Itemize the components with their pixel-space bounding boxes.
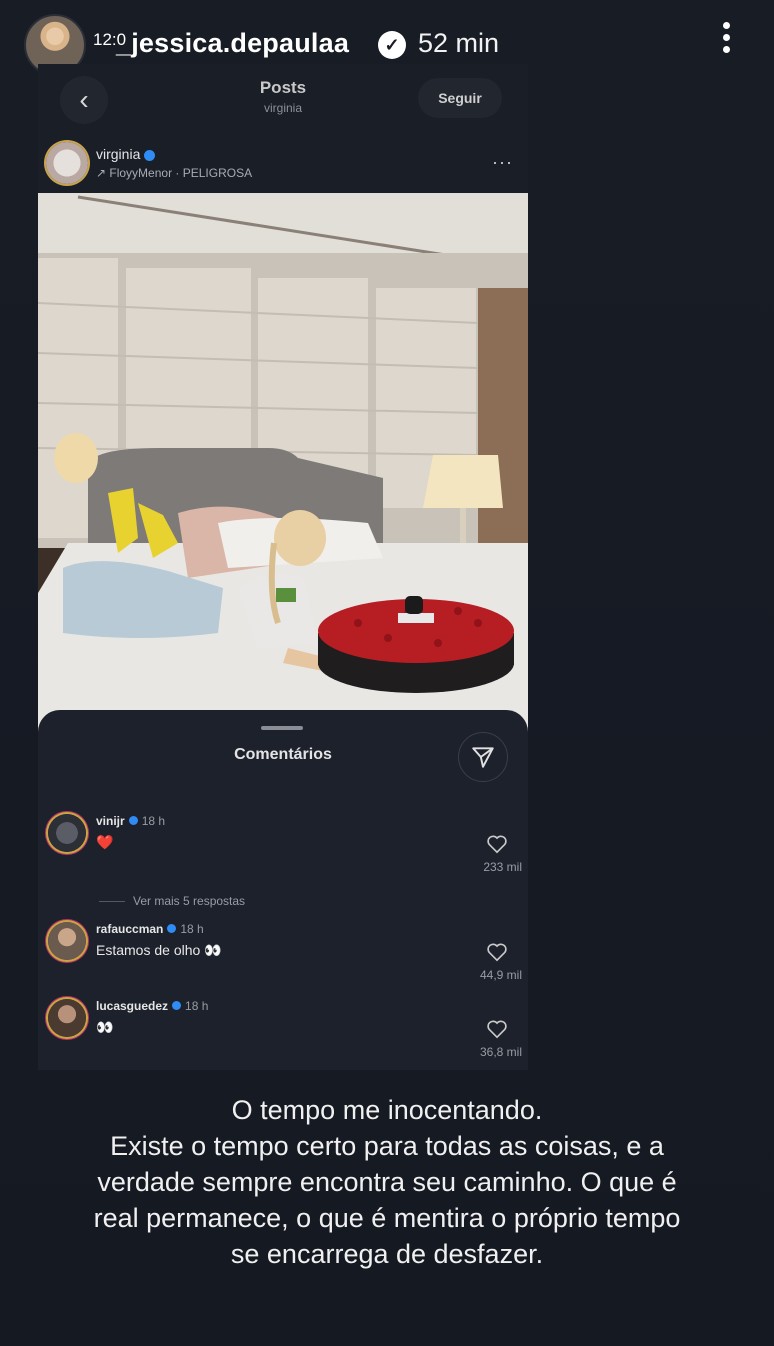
comment-like-count: 233 mil	[483, 860, 522, 874]
post-options-button[interactable]: ···	[492, 152, 513, 173]
verified-badge-icon	[144, 149, 156, 161]
comment-like-count: 44,9 mil	[479, 968, 522, 982]
post-photo[interactable]	[38, 193, 528, 738]
share-button[interactable]	[458, 732, 508, 782]
comment-time: 18 h	[185, 999, 209, 1013]
comments-sheet: Comentários vinijr 18 h ❤️ 233 mil Ver ma…	[38, 710, 528, 1070]
story-timestamp: 52 min	[418, 28, 500, 58]
post-header: virginia ↗ FloyyMenor · PELIGROSA ···	[38, 142, 528, 192]
verified-badge-icon: ✓	[378, 31, 406, 59]
caption-line: Existe o tempo certo para todas as coisa…	[110, 1131, 664, 1161]
verified-badge-icon	[172, 1001, 182, 1010]
commenter-username[interactable]: lucasguedez	[96, 999, 168, 1013]
view-more-replies[interactable]: Ver mais 5 respostas	[98, 894, 245, 908]
commenter-username[interactable]: rafauccman	[96, 922, 163, 936]
caption-line: verdade sempre encontra seu caminho. O q…	[97, 1167, 677, 1197]
more-vertical-icon[interactable]	[716, 22, 736, 62]
sheet-drag-handle[interactable]	[261, 726, 303, 730]
bedroom-photo-illustration	[38, 193, 528, 738]
comment-text: Estamos de olho 👀	[96, 942, 222, 958]
comment-like-count: 36,8 mil	[479, 1045, 522, 1059]
comment-text: 👀	[96, 1019, 114, 1035]
comment-time: 18 h	[141, 814, 166, 828]
paper-plane-icon	[472, 747, 494, 768]
heart-icon[interactable]	[486, 942, 508, 962]
verified-badge-icon	[128, 816, 138, 825]
follow-button[interactable]: Seguir	[418, 78, 502, 118]
heart-icon[interactable]	[486, 834, 508, 854]
commenter-avatar[interactable]	[48, 814, 86, 852]
embedded-post-screenshot: ‹ Posts virginia Seguir virginia ↗ Floyy…	[38, 64, 528, 1070]
story-username[interactable]: _jessica.depaulaa	[116, 28, 349, 59]
heart-icon[interactable]	[486, 1019, 508, 1039]
commenter-username[interactable]: vinijr	[96, 814, 125, 828]
comment-time: 18 h	[180, 922, 204, 936]
commenter-avatar[interactable]	[48, 999, 86, 1037]
verified-badge-icon	[167, 924, 177, 933]
comments-title: Comentários	[234, 746, 332, 763]
post-author-avatar[interactable]	[46, 142, 88, 184]
commenter-avatar[interactable]	[48, 922, 86, 960]
caption-line: se encarrega de desfazer.	[230, 1239, 544, 1269]
comment-item: vinijr 18 h ❤️ 233 mil	[38, 814, 528, 884]
posts-nav-bar: ‹ Posts virginia Seguir	[38, 64, 528, 134]
comment-item: lucasguedez 18 h 👀 36,8 mil	[38, 999, 528, 1069]
music-arrow-icon: ↗	[96, 166, 110, 180]
comment-text: ❤️	[96, 834, 114, 850]
post-author-username[interactable]: virginia	[96, 146, 140, 162]
comment-item: rafauccman 18 h Estamos de olho 👀 44,9 mi…	[38, 922, 528, 992]
caption-line: real permanece, o que é mentira o própri…	[93, 1203, 681, 1233]
caption-line: O tempo me inocentando.	[231, 1095, 543, 1125]
story-caption: O tempo me inocentando. Existe o tempo c…	[30, 1092, 744, 1272]
post-music-label[interactable]: FloyyMenor · PELIGROSA	[109, 166, 252, 180]
